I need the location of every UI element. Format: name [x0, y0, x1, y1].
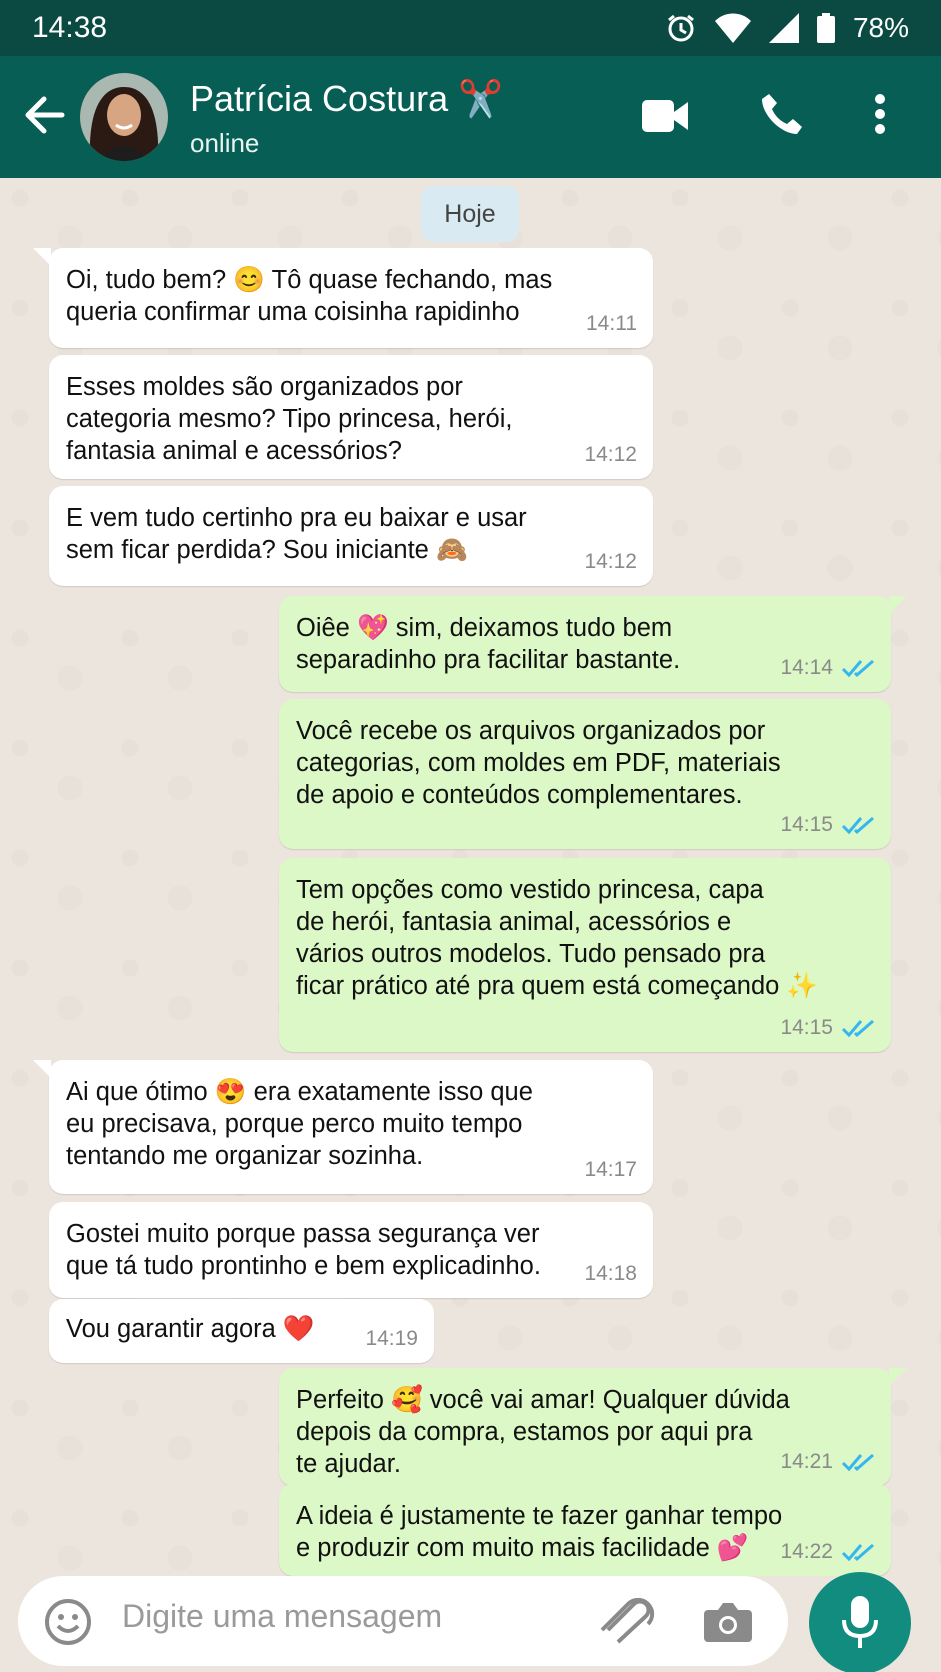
message-incoming[interactable]: E vem tudo certinho pra eu baixar e usar…	[49, 486, 653, 586]
message-meta: 14:15	[780, 1012, 875, 1044]
contact-name[interactable]: Patrícia Costura ✂️	[190, 78, 503, 120]
alarm-icon	[668, 14, 694, 42]
message-time: 14:18	[584, 1262, 637, 1285]
chat-header: Patrícia Costura ✂️ online	[0, 56, 941, 178]
message-time: 14:12	[584, 443, 637, 466]
message-text: Ai que ótimo 😍 era exatamente isso que e…	[66, 1078, 533, 1170]
read-ticks-icon	[841, 816, 874, 835]
message-incoming[interactable]: Ai que ótimo 😍 era exatamente isso que e…	[33, 1060, 653, 1194]
contact-status: online	[190, 128, 260, 158]
attach-icon[interactable]	[600, 1596, 656, 1648]
message-time: 14:19	[365, 1327, 418, 1350]
message-text: Esses moldes são organizados por categor…	[66, 373, 513, 465]
message-outgoing[interactable]: A ideia é justamente te fazer ganhar tem…	[279, 1484, 891, 1576]
read-ticks-icon	[841, 1543, 874, 1562]
signal-icon	[768, 13, 799, 43]
mic-button[interactable]	[809, 1572, 911, 1672]
message-incoming[interactable]: Oi, tudo bem? 😊 Tô quase fechando, mas q…	[33, 248, 653, 348]
message-outgoing[interactable]: Perfeito 🥰 você vai amar! Qualquer dúvid…	[279, 1368, 907, 1486]
message-time: 14:11	[586, 312, 637, 335]
message-outgoing[interactable]: Oiêe 💖 sim, deixamos tudo bem separadinh…	[279, 596, 907, 692]
back-arrow-icon[interactable]	[22, 90, 66, 140]
message-outgoing[interactable]: Tem opções como vestido princesa, capa d…	[279, 858, 891, 1052]
message-incoming[interactable]: Vou garantir agora ❤️ 14:19	[49, 1299, 434, 1363]
video-call-icon[interactable]	[642, 98, 690, 134]
message-time: 14:12	[584, 550, 637, 573]
message-meta: 14:15	[780, 809, 875, 841]
message-text: Você recebe os arquivos organizados por …	[296, 717, 781, 809]
emoji-icon[interactable]	[44, 1598, 92, 1646]
message-incoming[interactable]: Gostei muito porque passa segurança ver …	[49, 1202, 653, 1298]
message-meta: 14:22	[780, 1536, 875, 1568]
battery-icon	[816, 13, 835, 43]
date-chip: Hoje	[421, 186, 519, 242]
message-text: Tem opções como vestido princesa, capa d…	[296, 876, 819, 1000]
wifi-icon	[714, 13, 751, 43]
status-bar: 14:38 78%	[0, 0, 941, 56]
phone-icon[interactable]	[760, 92, 804, 136]
mic-icon	[842, 1596, 878, 1648]
more-options-icon[interactable]	[872, 92, 888, 136]
read-ticks-icon	[841, 659, 874, 678]
message-text: Gostei muito porque passa segurança ver …	[66, 1220, 541, 1280]
chat-area[interactable]: Hoje Oi, tudo bem? 😊 Tô quase fechando, …	[0, 178, 941, 1576]
message-meta: 14:21	[780, 1446, 875, 1478]
message-outgoing[interactable]: Você recebe os arquivos organizados por …	[279, 699, 891, 849]
battery-level: 78%	[852, 12, 909, 43]
message-time: 14:17	[584, 1158, 637, 1181]
message-input[interactable]: Digite uma mensagem	[122, 1598, 442, 1635]
message-incoming[interactable]: Esses moldes são organizados por categor…	[49, 355, 653, 479]
status-icons: 78%	[665, 12, 909, 44]
read-ticks-icon	[841, 1019, 874, 1038]
message-text: E vem tudo certinho pra eu baixar e usar…	[66, 504, 527, 564]
avatar[interactable]	[80, 73, 168, 161]
message-text: Oi, tudo bem? 😊 Tô quase fechando, mas q…	[66, 266, 553, 326]
message-input-bar[interactable]: Digite uma mensagem	[18, 1576, 788, 1666]
camera-icon[interactable]	[704, 1600, 752, 1642]
message-meta: 14:14	[780, 652, 875, 684]
read-ticks-icon	[841, 1453, 874, 1472]
status-time: 14:38	[32, 11, 108, 44]
